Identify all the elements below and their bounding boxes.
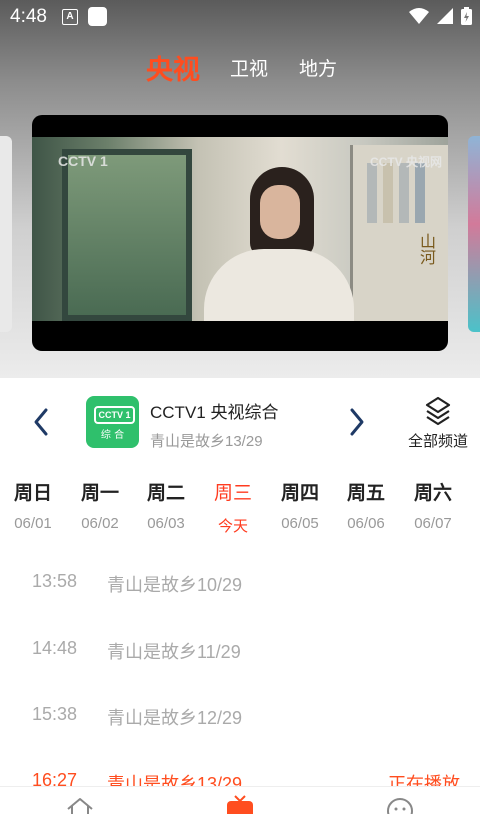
cctv-watermark-left: CCTV 1 (58, 153, 108, 169)
video-scene-window (62, 149, 192, 321)
carousel-prev-card[interactable] (0, 136, 12, 332)
day-date: 06/02 (81, 515, 119, 532)
all-channels-label: 全部频道 (407, 432, 468, 450)
day-weekday: 周五 (346, 483, 385, 504)
channel-name: CCTV1 央视综合 (150, 403, 279, 422)
day-date: 06/01 (14, 515, 52, 532)
day-weekday: 周二 (146, 483, 185, 504)
channel-prev-icon[interactable] (28, 406, 56, 438)
schedule-time: 14:48 (32, 638, 78, 658)
day-date: 06/06 (347, 515, 385, 532)
day-weekday: 周四 (280, 483, 319, 504)
day-selector: 周日 06/01 周一 06/02 周二 06/03 周三 今天 周四 06/0… (0, 478, 480, 540)
tab-cctv[interactable]: 央视 (146, 48, 200, 87)
day-sat[interactable]: 周六 06/07 (400, 478, 466, 532)
schedule-title: 青山是故乡12/29 (107, 708, 243, 728)
category-tabs: 央视 卫视 地方 (0, 48, 480, 88)
day-weekday: 周三 (213, 483, 252, 504)
notification-a-icon: A (62, 9, 78, 25)
signal-icon (437, 8, 453, 24)
status-bar: 4:48 A (0, 0, 480, 34)
channel-current-program: 青山是故乡13/29 (150, 433, 263, 450)
channel-next-icon[interactable] (342, 406, 370, 438)
day-weekday: 周一 (80, 483, 119, 504)
day-date: 今天 (217, 518, 248, 535)
profile-icon[interactable] (384, 795, 416, 814)
wifi-icon (409, 8, 429, 24)
schedule-row[interactable]: 15:38 青山是故乡12/29 (0, 704, 480, 734)
all-channels-button[interactable]: 全部频道 (402, 396, 474, 450)
day-date: 06/03 (147, 515, 185, 532)
channel-logo-text: CCTV 1 (94, 406, 135, 424)
day-wed-today[interactable]: 周三 今天 (200, 478, 266, 536)
tv-icon[interactable] (224, 795, 256, 814)
home-icon[interactable] (64, 795, 96, 814)
day-weekday: 周六 (413, 483, 452, 504)
tab-satellite[interactable]: 卫视 (230, 54, 268, 81)
day-sun[interactable]: 周日 06/01 (0, 478, 66, 532)
video-player[interactable]: CCTV 1 CCTV 央视网 山河 (32, 115, 448, 351)
day-thu[interactable]: 周四 06/05 (267, 478, 333, 532)
schedule-time: 13:58 (32, 571, 78, 591)
channel-logo-sub: 综 合 (100, 430, 125, 441)
schedule-title: 青山是故乡11/29 (107, 642, 241, 662)
cctv-watermark-right: CCTV 央视网 (370, 155, 443, 169)
tab-local[interactable]: 地方 (299, 54, 337, 81)
bottom-nav (0, 786, 480, 814)
day-weekday: 周日 (13, 483, 52, 504)
day-date: 06/05 (281, 515, 319, 532)
schedule-title: 青山是故乡10/29 (107, 575, 243, 595)
video-scene-person (204, 167, 354, 321)
day-fri[interactable]: 周五 06/06 (333, 478, 399, 532)
day-date: 06/07 (414, 515, 452, 532)
video-frame: CCTV 1 CCTV 央视网 山河 (32, 137, 448, 321)
layers-icon (425, 396, 451, 426)
schedule-row[interactable]: 14:48 青山是故乡11/29 (0, 638, 480, 668)
carousel-next-card[interactable] (468, 136, 480, 332)
video-calligraphy: 山河 (417, 233, 436, 265)
status-time: 4:48 (10, 6, 47, 27)
channel-logo: CCTV 1 综 合 (86, 396, 139, 448)
day-mon[interactable]: 周一 06/02 (67, 478, 133, 532)
schedule-row[interactable]: 13:58 青山是故乡10/29 (0, 571, 480, 601)
notification-square-icon (88, 7, 107, 26)
status-icons (409, 7, 472, 25)
schedule-time: 15:38 (32, 704, 78, 724)
day-tue[interactable]: 周二 06/03 (133, 478, 199, 532)
battery-icon (461, 7, 472, 25)
